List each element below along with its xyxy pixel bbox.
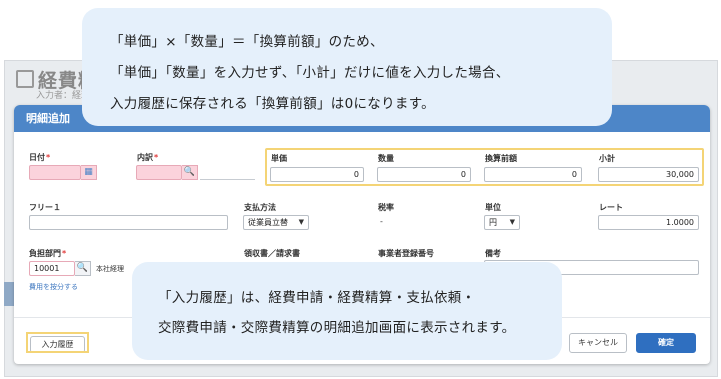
remarks-label: 備考 xyxy=(485,249,501,258)
receipt-label: 領収書／請求書 xyxy=(244,249,300,258)
callout-top-line-3: 入力履歴に保存される「換算前額」は0になります。 xyxy=(110,96,435,112)
department-label: 負担部門* xyxy=(29,249,67,258)
callout-top-line-2: 「単価」「数量」を入力せず、「小計」だけに値を入力した場合、 xyxy=(110,65,510,81)
search-icon[interactable]: 🔍 xyxy=(182,165,198,180)
callout-history-note: 「入力履歴」は、経費申請・経費精算・支払依頼・ 交際費申請・交際費精算の明細追加… xyxy=(132,262,562,360)
callout-top-line-1: 「単価」×「数量」＝「換算前額」のため、 xyxy=(110,34,384,50)
free1-label: フリー１ xyxy=(29,203,61,212)
unit-label: 単位 xyxy=(485,203,501,212)
rate-input[interactable]: 1.0000 xyxy=(598,215,699,230)
date-input[interactable] xyxy=(29,165,81,180)
registration-number-label: 事業者登録番号 xyxy=(378,249,434,258)
confirm-button[interactable]: 確定 xyxy=(636,333,696,353)
breakdown-label: 内訳* xyxy=(137,153,159,162)
background-side-strip xyxy=(4,282,14,306)
callout-amount-note: 「単価」×「数量」＝「換算前額」のため、 「単価」「数量」を入力せず、「小計」だ… xyxy=(82,8,612,126)
callout-bottom-line-2: 交際費申請・交際費精算の明細追加画面に表示されます。 xyxy=(158,320,516,336)
unit-select[interactable]: 円 ▼ xyxy=(484,215,520,230)
free1-input[interactable] xyxy=(29,215,228,230)
search-icon[interactable]: 🔍 xyxy=(75,261,91,276)
amount-fields-highlight xyxy=(265,148,704,186)
document-icon xyxy=(16,70,34,88)
chevron-down-icon: ▼ xyxy=(509,218,515,226)
cancel-button[interactable]: キャンセル xyxy=(569,333,627,353)
rate-label: レート xyxy=(599,203,623,212)
date-label: 日付* xyxy=(29,153,51,162)
callout-bottom-line-1: 「入力履歴」は、経費申請・経費精算・支払依頼・ xyxy=(158,290,476,306)
breakdown-underline xyxy=(200,179,255,180)
payment-method-label: 支払方法 xyxy=(244,203,276,212)
department-code-input[interactable]: 10001 xyxy=(29,261,75,276)
chevron-down-icon: ▼ xyxy=(298,218,304,226)
tax-rate-label: 税率 xyxy=(378,203,394,212)
tax-rate-value: - xyxy=(380,217,383,226)
breakdown-input[interactable] xyxy=(136,165,182,180)
payment-method-select[interactable]: 従業員立替 ▼ xyxy=(243,215,309,230)
calendar-icon[interactable]: ▦ xyxy=(81,165,97,180)
department-name: 本社経理 xyxy=(96,265,124,273)
allocate-cost-link[interactable]: 費用を按分する xyxy=(29,282,78,292)
history-button-highlight xyxy=(26,332,89,353)
